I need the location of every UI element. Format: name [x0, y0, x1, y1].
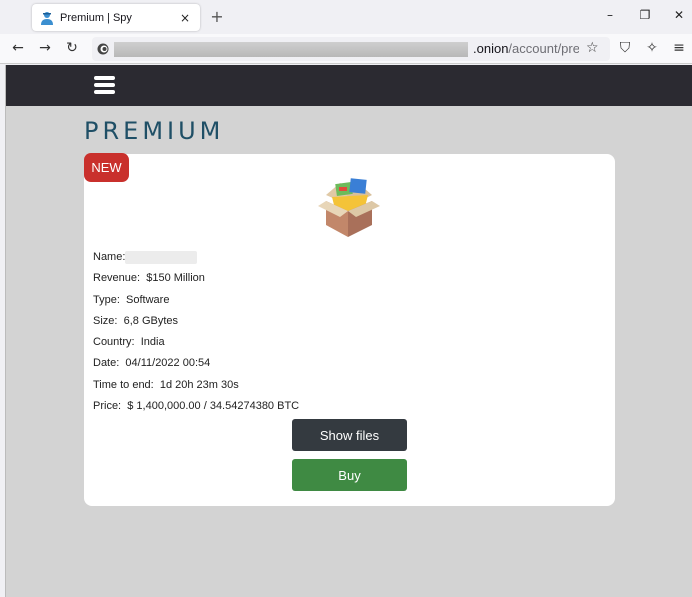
url-path: /account/pre	[508, 41, 579, 56]
hamburger-menu-icon[interactable]	[94, 76, 115, 95]
detail-label: Price:	[93, 400, 122, 413]
detail-label: Date:	[93, 357, 120, 370]
site-header	[6, 65, 692, 106]
address-bar[interactable]: .onion/account/pre ☆	[92, 37, 610, 61]
detail-label: Type:	[93, 293, 120, 306]
detail-row-revenue: Revenue: $150 Million	[93, 271, 299, 292]
detail-label: Name:	[93, 251, 126, 263]
minimize-button[interactable]: –	[602, 8, 618, 22]
bookmark-star-icon[interactable]: ☆	[586, 40, 599, 56]
spy-favicon-icon	[41, 11, 53, 25]
page-content: PREMIUM NEW Name: Revenue: $150 Million …	[5, 65, 692, 597]
url-text: .onion/account/pre	[473, 41, 579, 56]
package-box-icon	[318, 178, 380, 237]
detail-value: Software	[126, 293, 170, 306]
detail-row-type: Type: Software	[93, 293, 299, 314]
detail-label: Time to end:	[93, 378, 154, 391]
back-button[interactable]: ←	[10, 40, 26, 56]
detail-row-size: Size: 6,8 GBytes	[93, 314, 299, 335]
navigation-bar: ← → ↻ .onion/account/pre ☆ ⛉ ✧ ≡	[0, 34, 692, 64]
forward-button[interactable]: →	[37, 40, 53, 56]
detail-value: India	[140, 336, 165, 349]
detail-row-time-to-end: Time to end: 1d 20h 23m 30s	[93, 378, 299, 399]
detail-row-price: Price: $ 1,400,000.00 / 34.54274380 BTC	[93, 399, 299, 420]
new-badge: NEW	[84, 153, 129, 182]
detail-row-date: Date: 04/11/2022 00:54	[93, 356, 299, 377]
detail-label: Country:	[93, 336, 135, 349]
page-title: PREMIUM	[84, 117, 225, 145]
detail-value: $150 Million	[146, 272, 205, 285]
detail-row-country: Country: India	[93, 335, 299, 356]
listing-details: Name: Revenue: $150 Million Type: Softwa…	[93, 250, 299, 420]
detail-value: 04/11/2022 00:54	[125, 357, 211, 370]
detail-value: $ 1,400,000.00 / 34.54274380 BTC	[127, 400, 300, 413]
shield-icon[interactable]: ⛉	[617, 40, 633, 56]
name-redacted	[125, 250, 198, 264]
url-redacted	[114, 42, 468, 57]
tab-bar: Premium | Spy × + – ❐ ✕	[0, 0, 692, 34]
detail-label: Revenue:	[93, 272, 141, 285]
buy-button[interactable]: Buy	[292, 459, 407, 491]
show-files-button[interactable]: Show files	[292, 419, 407, 451]
tab-title: Premium | Spy	[60, 11, 132, 24]
onion-site-icon	[97, 43, 109, 55]
detail-row-name: Name:	[93, 250, 299, 271]
maximize-button[interactable]: ❐	[637, 8, 653, 22]
close-tab-icon[interactable]: ×	[178, 11, 192, 25]
browser-tab[interactable]: Premium | Spy ×	[32, 4, 200, 31]
detail-value: 1d 20h 23m 30s	[159, 378, 239, 391]
close-window-button[interactable]: ✕	[671, 8, 687, 22]
reload-button[interactable]: ↻	[64, 40, 80, 56]
detail-value: 6,8 GBytes	[123, 314, 179, 327]
extension-icon[interactable]: ✧	[644, 40, 660, 56]
detail-label: Size:	[93, 314, 118, 327]
app-menu-icon[interactable]: ≡	[671, 40, 687, 56]
new-tab-button[interactable]: +	[209, 7, 225, 26]
url-host: .onion	[473, 41, 509, 56]
